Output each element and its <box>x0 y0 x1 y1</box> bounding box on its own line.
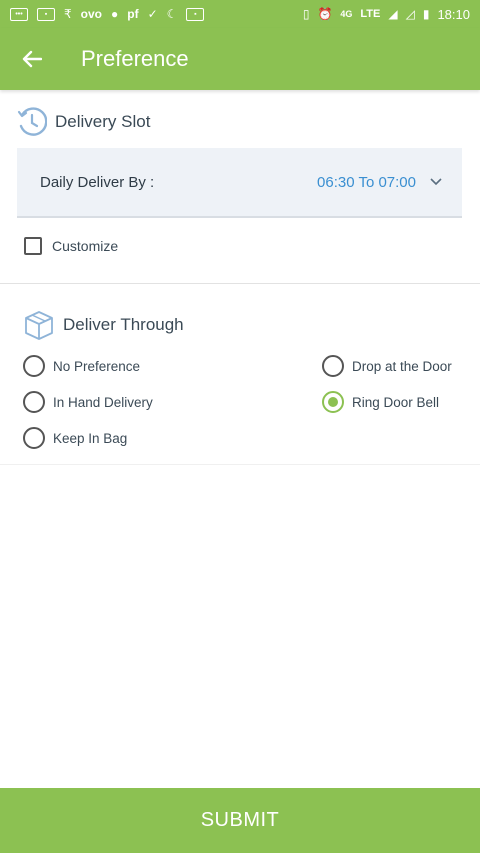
delivery-slot-header: Delivery Slot <box>17 106 150 138</box>
radio-button <box>23 427 45 449</box>
radio-label: Drop at the Door <box>352 358 452 374</box>
message-icon: ••• <box>10 7 28 21</box>
radio-keep-in-bag[interactable]: Keep In Bag <box>23 427 127 449</box>
radio-button <box>23 391 45 413</box>
customize-label: Customize <box>52 238 119 254</box>
delivery-slot-title: Delivery Slot <box>55 112 151 131</box>
page-title: Preference <box>81 46 189 71</box>
ovo-icon: ovo <box>80 7 102 21</box>
radio-label: Ring Door Bell <box>352 394 440 410</box>
battery-icon: ▮ <box>422 7 430 21</box>
radio-button-selected <box>322 391 344 413</box>
chevron-down-icon <box>430 178 442 186</box>
pf-icon: pf <box>127 7 139 21</box>
section-divider <box>0 464 480 465</box>
signal-icon: ◿ <box>405 7 415 21</box>
signal-icon: ◢ <box>388 7 398 21</box>
app-bar: Preference <box>0 28 480 90</box>
status-bar: ••• ▪ ₹ ovo ● pf ✓ ☾ ▪ ▯ ⏰ 4G LTE ◢ ◿ ▮ … <box>0 0 480 28</box>
radio-drop-at-door[interactable]: Drop at the Door <box>322 355 452 377</box>
deliver-through-title: Deliver Through <box>63 315 184 334</box>
vibrate-icon: ▯ <box>302 7 310 21</box>
radio-label: No Preference <box>53 358 141 374</box>
section-divider <box>0 283 480 284</box>
clock-icon <box>17 107 47 136</box>
paytm-icon: ▪ <box>37 7 55 21</box>
radio-no-preference[interactable]: No Preference <box>23 355 140 377</box>
time-slot-dropdown[interactable]: 06:30 To 07:00 <box>317 174 462 191</box>
alarm-icon: ⏰ <box>317 7 333 21</box>
status-time: 18:10 <box>437 6 470 22</box>
customize-checkbox[interactable]: Customize <box>24 237 118 255</box>
radio-button <box>23 355 45 377</box>
paytm-icon: ▪ <box>186 7 205 21</box>
chat-icon: ● <box>110 7 119 21</box>
checkbox-box <box>24 237 42 255</box>
radio-label: In Hand Delivery <box>53 394 153 410</box>
deliver-through-header: Deliver Through <box>23 309 184 341</box>
radio-label: Keep In Bag <box>53 430 128 446</box>
box-icon <box>25 311 53 340</box>
back-button[interactable] <box>0 28 64 90</box>
radio-ring-door-bell[interactable]: Ring Door Bell <box>322 391 439 413</box>
radio-button <box>322 355 344 377</box>
submit-button[interactable]: SUBMIT <box>0 788 480 853</box>
moon-icon: ☾ <box>166 7 178 21</box>
delivery-slot-selector: Daily Deliver By : 06:30 To 07:00 <box>17 148 462 218</box>
time-slot-value: 06:30 To 07:00 <box>317 173 416 191</box>
check-icon: ✓ <box>147 7 158 21</box>
daily-deliver-label: Daily Deliver By : <box>40 173 155 191</box>
lte-label: LTE <box>360 8 381 20</box>
network-type: 4G <box>340 9 353 19</box>
radio-in-hand-delivery[interactable]: In Hand Delivery <box>23 391 153 413</box>
rupee-icon: ₹ <box>64 7 72 21</box>
back-arrow-icon <box>22 50 42 68</box>
